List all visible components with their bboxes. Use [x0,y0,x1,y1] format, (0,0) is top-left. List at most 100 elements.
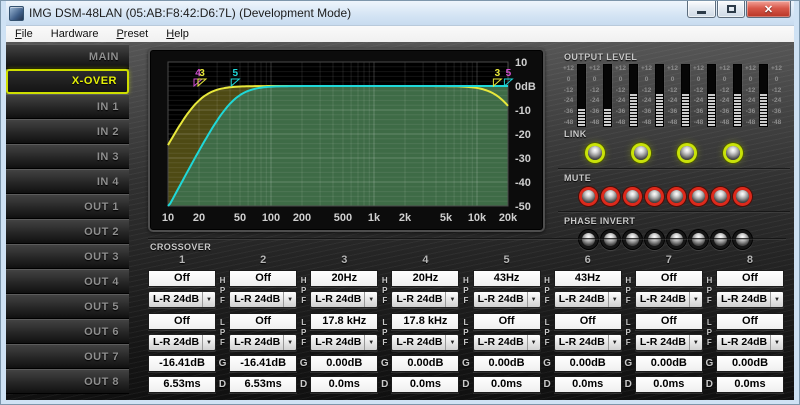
ch2-lpf-type-select[interactable]: L-R 24dB▼ [229,334,297,351]
sidebar-item-x-over[interactable]: X-OVER [6,69,129,94]
ch4-hpf-type-select[interactable]: L-R 24dB▼ [391,291,459,308]
meter-scale-value: 0 [612,76,629,83]
minimize-button[interactable] [687,1,716,18]
sidebar-item-in-3[interactable]: IN 3 [6,144,129,169]
ch2-hpf-freq-field[interactable]: Off [229,270,297,287]
sidebar-item-main[interactable]: MAIN [6,44,129,69]
ch1-lpf-type-select[interactable]: L-R 24dB▼ [148,334,216,351]
ch6-gain-field[interactable]: 0.00dB [554,355,622,372]
meter-segments [734,93,741,126]
link-led-3[interactable] [680,146,694,160]
output-meter-3 [629,64,638,127]
ch2-gain-field[interactable]: -16.41dB [229,355,297,372]
y-tick--50: -50 [515,201,531,213]
meter-scale-value: -24 [560,97,577,104]
mute-led-7[interactable] [714,190,727,203]
link-led-4[interactable] [726,146,740,160]
sidebar-item-out-5[interactable]: OUT 5 [6,294,129,319]
ch8-lpf-freq-field[interactable]: Off [716,313,784,330]
ch7-gain-field[interactable]: 0.00dB [635,355,703,372]
ch7-lpf-type-select[interactable]: L-R 24dB▼ [635,334,703,351]
menu-file[interactable]: File [6,26,42,42]
ch2-lpf-freq-field[interactable]: Off [229,313,297,330]
link-led-2[interactable] [634,146,648,160]
sidebar-item-in-1[interactable]: IN 1 [6,94,129,119]
ch6-delay-field[interactable]: 0.0ms [554,376,622,393]
sidebar-item-out-8[interactable]: OUT 8 [6,369,129,394]
ch8-lpf-type-select[interactable]: L-R 24dB▼ [716,334,784,351]
ch3-gain-field[interactable]: 0.00dB [310,355,378,372]
meter-scale: +120-12-24-36-48 [716,64,733,127]
mute-led-3[interactable] [626,190,639,203]
dropdown-value: L-R 24dB [555,292,608,307]
channel-number: 8 [716,254,784,268]
menu-help[interactable]: Help [157,26,198,42]
ch5-hpf-freq-field[interactable]: 43Hz [473,270,541,287]
ch3-hpf-type-select[interactable]: L-R 24dB▼ [310,291,378,308]
ch5-gain-field[interactable]: 0.00dB [473,355,541,372]
ch4-lpf-freq-field[interactable]: 17.8 kHz [391,313,459,330]
ch3-delay-field[interactable]: 0.0ms [310,376,378,393]
ch5-lpf-freq-field[interactable]: Off [473,313,541,330]
mute-led-5[interactable] [670,190,683,203]
divider [148,238,786,240]
ch1-delay-field[interactable]: 6.53ms [148,376,216,393]
output-meter-5 [681,64,690,127]
mute-led-6[interactable] [692,190,705,203]
close-button[interactable]: ✕ [746,1,791,18]
ch1-gain-field[interactable]: -16.41dB [148,355,216,372]
sidebar-item-out-6[interactable]: OUT 6 [6,319,129,344]
ch3-lpf-freq-field[interactable]: 17.8 kHz [310,313,378,330]
output-meter-7 [733,64,742,127]
ch6-lpf-type-select[interactable]: L-R 24dB▼ [554,334,622,351]
sidebar-item-in-2[interactable]: IN 2 [6,119,129,144]
phase-invert-label: PHASE INVERT [564,216,790,226]
ch3-hpf-freq-field[interactable]: 20Hz [310,270,378,287]
ch1-hpf-type-select[interactable]: L-R 24dB▼ [148,291,216,308]
meter-scale-value: +12 [742,65,759,72]
link-led-1[interactable] [588,146,602,160]
ch4-delay-field[interactable]: 0.0ms [391,376,459,393]
ch7-hpf-freq-field[interactable]: Off [635,270,703,287]
sidebar-item-out-1[interactable]: OUT 1 [6,194,129,219]
ch5-lpf-type-select[interactable]: L-R 24dB▼ [473,334,541,351]
ch1-lpf-freq-field[interactable]: Off [148,313,216,330]
ch4-hpf-freq-field[interactable]: 20Hz [391,270,459,287]
ch7-lpf-freq-field[interactable]: Off [635,313,703,330]
sidebar-item-out-4[interactable]: OUT 4 [6,269,129,294]
menu-preset[interactable]: Preset [107,26,157,42]
ch7-delay-field[interactable]: 0.0ms [635,376,703,393]
ch6-hpf-type-select[interactable]: L-R 24dB▼ [554,291,622,308]
menu-hardware[interactable]: Hardware [42,26,108,42]
sidebar-item-out-7[interactable]: OUT 7 [6,344,129,369]
ch8-gain-field[interactable]: 0.00dB [716,355,784,372]
ch8-hpf-freq-field[interactable]: Off [716,270,784,287]
ch1-hpf-freq-field[interactable]: Off [148,270,216,287]
ch6-hpf-freq-field[interactable]: 43Hz [554,270,622,287]
ch6-lpf-freq-field[interactable]: Off [554,313,622,330]
meter-scale-value: -48 [638,119,655,126]
ch3-lpf-type-select[interactable]: L-R 24dB▼ [310,334,378,351]
mute-led-2[interactable] [604,190,617,203]
mute-led-1[interactable] [582,190,595,203]
ch5-delay-field[interactable]: 0.0ms [473,376,541,393]
ch4-gain-field[interactable]: 0.00dB [391,355,459,372]
y-tick-0dB: 0dB [515,81,536,93]
sidebar-item-out-3[interactable]: OUT 3 [6,244,129,269]
ch2-delay-field[interactable]: 6.53ms [229,376,297,393]
mute-led-8[interactable] [736,190,749,203]
ch2-hpf-type-select[interactable]: L-R 24dB▼ [229,291,297,308]
ch5-hpf-type-select[interactable]: L-R 24dB▼ [473,291,541,308]
ch8-delay-field[interactable]: 0.0ms [716,376,784,393]
x-tick-20: 20 [193,212,205,224]
sidebar-item-out-2[interactable]: OUT 2 [6,219,129,244]
ch7-hpf-type-select[interactable]: L-R 24dB▼ [635,291,703,308]
channel-number: 1 [148,254,216,268]
mute-led-4[interactable] [648,190,661,203]
sidebar-item-in-4[interactable]: IN 4 [6,169,129,194]
ch8-hpf-type-select[interactable]: L-R 24dB▼ [716,291,784,308]
restore-button[interactable] [717,1,745,18]
meter-scale: +120-12-24-36-48 [768,64,785,127]
ch4-lpf-type-select[interactable]: L-R 24dB▼ [391,334,459,351]
title-bar[interactable]: IMG DSM-48LAN (05:AB:F8:42:D6:7L) (Devel… [6,1,794,25]
